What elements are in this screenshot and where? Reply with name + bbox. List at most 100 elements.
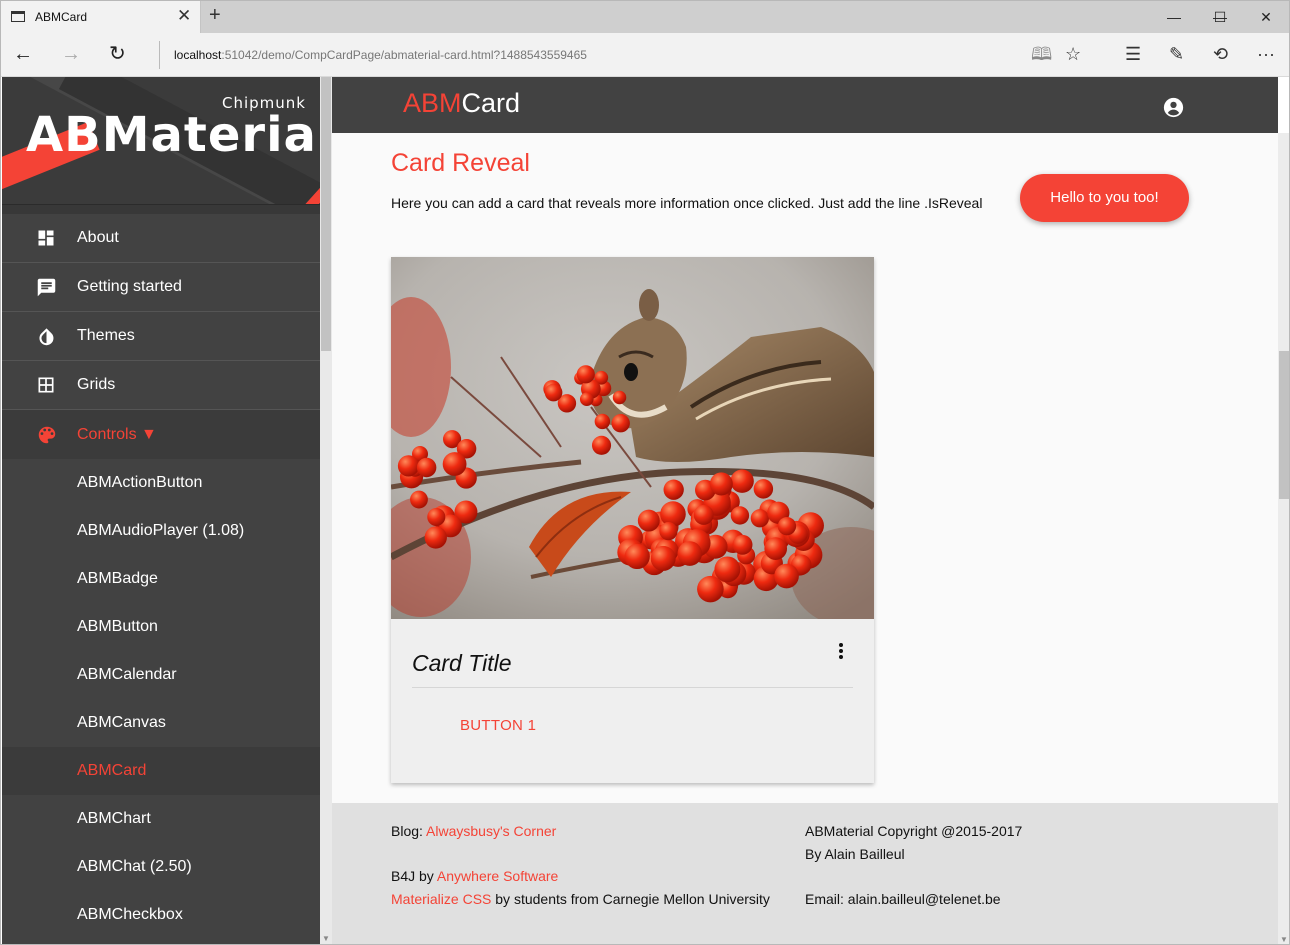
hub-icon[interactable]: ☰ [1125, 44, 1141, 64]
footer-materialize: Materialize CSS by students from Carnegi… [391, 891, 770, 907]
logo-text: ABMaterial [26, 107, 320, 163]
favorite-star-icon[interactable]: ☆ [1065, 44, 1081, 64]
page-footer: Blog: Alwaysbusy's Corner B4J by Anywher… [332, 803, 1278, 944]
berry [730, 469, 754, 493]
footer-b4j: B4J by Anywhere Software [391, 868, 558, 884]
sidebar-item-about[interactable]: About [2, 214, 320, 263]
address-bar-row: ← → ↻ localhost:51042/demo/CompCardPage/… [1, 33, 1289, 77]
footer-blog: Blog: Alwaysbusy's Corner [391, 823, 556, 839]
window-close-button[interactable]: ✕ [1243, 1, 1289, 33]
scroll-down-icon[interactable]: ▼ [1280, 935, 1288, 944]
invert-colors-icon [39, 327, 54, 345]
tab-close-icon[interactable]: ✕ [177, 6, 191, 26]
berry [612, 390, 627, 405]
berry [650, 545, 676, 571]
url-host: localhost [174, 48, 222, 62]
sidebar-divider [2, 204, 320, 214]
sidebar-scroll-thumb[interactable] [321, 77, 331, 351]
page-title: ABMCard [403, 88, 520, 119]
submenu-item[interactable]: ABMButton [2, 603, 320, 651]
app-header: ABMCard [332, 77, 1278, 133]
submenu-item[interactable]: ABMBadge [2, 555, 320, 603]
footer-copyright: ABMaterial Copyright @2015-2017 [805, 823, 1023, 839]
back-icon[interactable]: ← [13, 42, 33, 66]
toast-message[interactable]: Hello to you too! [1020, 174, 1189, 222]
section-title: Card Reveal [391, 149, 530, 177]
share-icon[interactable]: ⟲ [1213, 44, 1228, 64]
berry [544, 383, 563, 402]
title-rest: Card [461, 88, 521, 118]
title-accent: ABM [403, 88, 462, 118]
berry [777, 516, 797, 536]
blog-label: Blog: [391, 823, 427, 839]
sidebar-item-controls[interactable]: Controls ▼ [2, 410, 320, 459]
berry [774, 563, 799, 589]
berry [709, 472, 733, 496]
sidebar-item-label: Themes [77, 327, 135, 344]
section-description: Here you can add a card that reveals mor… [391, 195, 983, 211]
sidebar-item-label: Getting started [77, 278, 182, 295]
berry [611, 414, 630, 433]
chat-icon [37, 278, 56, 296]
scroll-down-icon[interactable]: ▼ [322, 934, 330, 943]
berry [753, 479, 774, 499]
main-content: Card Reveal Here you can add a card that… [332, 133, 1278, 803]
tab-title: ABMCard [35, 10, 88, 24]
grid-icon [38, 377, 54, 393]
berry [750, 509, 769, 528]
berry [410, 490, 428, 509]
card-image[interactable] [391, 257, 874, 619]
submenu-item[interactable]: ABMCheckbox [2, 891, 320, 939]
card-title: Card Title [412, 650, 512, 676]
more-icon[interactable]: ··· [1257, 44, 1275, 64]
page-icon [11, 11, 25, 22]
content-scroll-thumb[interactable] [1279, 351, 1289, 499]
window-minimize-button[interactable]: — [1151, 1, 1197, 33]
b4j-link[interactable]: Anywhere Software [437, 868, 558, 884]
browser-window: ABMCard ✕ + — — ☐ ✕ ← → ↻ localhost:5104… [0, 0, 1290, 945]
submenu-item[interactable]: ABMCanvas [2, 699, 320, 747]
account-circle-icon[interactable] [1163, 97, 1184, 118]
refresh-icon[interactable]: ↻ [109, 42, 126, 66]
submenu-item[interactable]: ABMChart [2, 795, 320, 843]
content-scrollbar[interactable]: ▼ [1278, 133, 1289, 944]
submenu-item[interactable]: ABMActionButton [2, 459, 320, 507]
more-vert-icon[interactable] [837, 643, 845, 661]
submenu-item[interactable]: ABMChat (2.50) [2, 843, 320, 891]
b4j-label: B4J by [391, 868, 437, 884]
berry [416, 457, 437, 478]
blog-link[interactable]: Alwaysbusy's Corner [426, 823, 556, 839]
berry [427, 507, 446, 527]
card-divider [412, 687, 853, 688]
sidebar-scrollbar[interactable]: ▼ [320, 77, 332, 944]
submenu-item-active[interactable]: ABMCard [2, 747, 320, 795]
footer-email: Email: alain.bailleul@telenet.be [805, 891, 1001, 907]
sidebar-item-getting-started[interactable]: Getting started [2, 263, 320, 312]
new-tab-icon[interactable]: + [209, 4, 221, 27]
url-path: :51042/demo/CompCardPage/abmaterial-card… [221, 48, 587, 62]
url-field[interactable]: localhost:51042/demo/CompCardPage/abmate… [159, 41, 1019, 69]
browser-tab[interactable]: ABMCard ✕ [1, 1, 201, 33]
forward-icon[interactable]: → [61, 42, 81, 66]
reveal-card[interactable]: Card Title BUTTON 1 [391, 257, 874, 783]
submenu-item[interactable]: ABMCalendar [2, 651, 320, 699]
palette-icon [38, 426, 56, 443]
reading-view-icon[interactable]: 🕮 [1031, 44, 1052, 64]
berry [764, 537, 788, 560]
window-maximize-button[interactable]: ☐ [1197, 1, 1243, 33]
materialize-link[interactable]: Materialize CSS [391, 891, 491, 907]
berry [732, 534, 753, 555]
materialize-text: by students from Carnegie Mellon Univers… [491, 891, 770, 907]
berry [730, 506, 750, 525]
footer-author: By Alain Bailleul [805, 846, 905, 862]
submenu-item[interactable]: ABMAudioPlayer (1.08) [2, 507, 320, 555]
sidebar-item-grids[interactable]: Grids [2, 361, 320, 410]
berry [424, 526, 447, 549]
card-button-1[interactable]: BUTTON 1 [460, 717, 536, 734]
berry [714, 556, 741, 583]
dashboard-icon [38, 230, 54, 246]
sidebar-item-themes[interactable]: Themes [2, 312, 320, 361]
berry [576, 365, 595, 384]
web-note-icon[interactable]: ✎ [1169, 44, 1184, 64]
sidebar-item-label: Grids [77, 376, 116, 393]
